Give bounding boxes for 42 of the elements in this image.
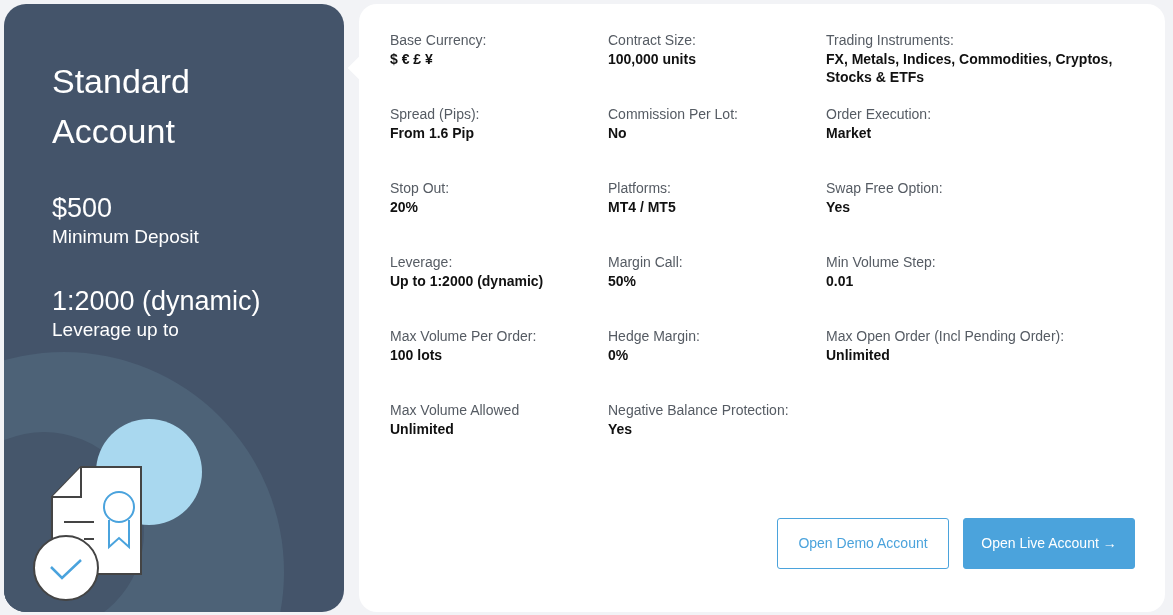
spec-label: Order Execution: xyxy=(826,105,933,124)
spec-label: Stop Out: xyxy=(390,179,451,198)
spec-label: Spread (Pips): xyxy=(390,105,481,124)
spec-label: Leverage: xyxy=(390,253,454,272)
spec-label: Max Open Order (Incl Pending Order): xyxy=(826,327,1066,346)
spec-label: Hedge Margin: xyxy=(608,327,701,346)
spec-value: Unlimited xyxy=(390,420,455,438)
spec-value: From 1.6 Pip xyxy=(390,124,476,142)
highlight-value: 1:2000 (dynamic) xyxy=(52,285,262,318)
spec-value: Market xyxy=(826,124,873,142)
spec-value: Yes xyxy=(826,198,852,216)
spec-label: Margin Call: xyxy=(608,253,684,272)
spec-label: Platforms: xyxy=(608,179,672,198)
spec-value: FX, Metals, Indices, Commodities, Cryptos, Stocks & ETFs xyxy=(826,50,1114,86)
highlight-caption: Leverage up to xyxy=(52,318,180,342)
spec-label: Max Volume Allowed xyxy=(390,401,521,420)
spec-value: MT4 / MT5 xyxy=(608,198,677,216)
open-account-button[interactable]: Open Demo Account xyxy=(777,518,949,569)
spec-value: 100 lots xyxy=(390,346,444,364)
spec-label: Trading Instruments: xyxy=(826,31,955,50)
spec-value: 20% xyxy=(390,198,420,216)
spec-value: Unlimited xyxy=(826,346,891,364)
highlight-value: $500 xyxy=(52,192,114,225)
spec-label: Swap Free Option: xyxy=(826,179,944,198)
spec-value: 0% xyxy=(608,346,630,364)
spec-value: No xyxy=(608,124,628,142)
highlight-caption: Minimum Deposit xyxy=(52,225,200,249)
spec-value: Yes xyxy=(608,420,634,438)
spec-value: 100,000 units xyxy=(608,50,697,68)
open-account-button[interactable]: Open Live Account → xyxy=(963,518,1135,569)
spec-label: Contract Size: xyxy=(608,31,697,50)
spec-value: Up to 1:2000 (dynamic) xyxy=(390,272,545,290)
spec-label: Negative Balance Protection: xyxy=(608,401,790,420)
spec-label: Commission Per Lot: xyxy=(608,105,739,124)
spec-value: 0.01 xyxy=(826,272,855,290)
spec-label: Min Volume Step: xyxy=(826,253,937,272)
spec-label: Max Volume Per Order: xyxy=(390,327,538,346)
spec-label: Base Currency: xyxy=(390,31,488,50)
account-title: Standard xyxy=(52,61,191,102)
account-title: Account xyxy=(52,111,176,152)
spec-value: $ € £ ¥ xyxy=(390,50,434,68)
spec-value: 50% xyxy=(608,272,638,290)
